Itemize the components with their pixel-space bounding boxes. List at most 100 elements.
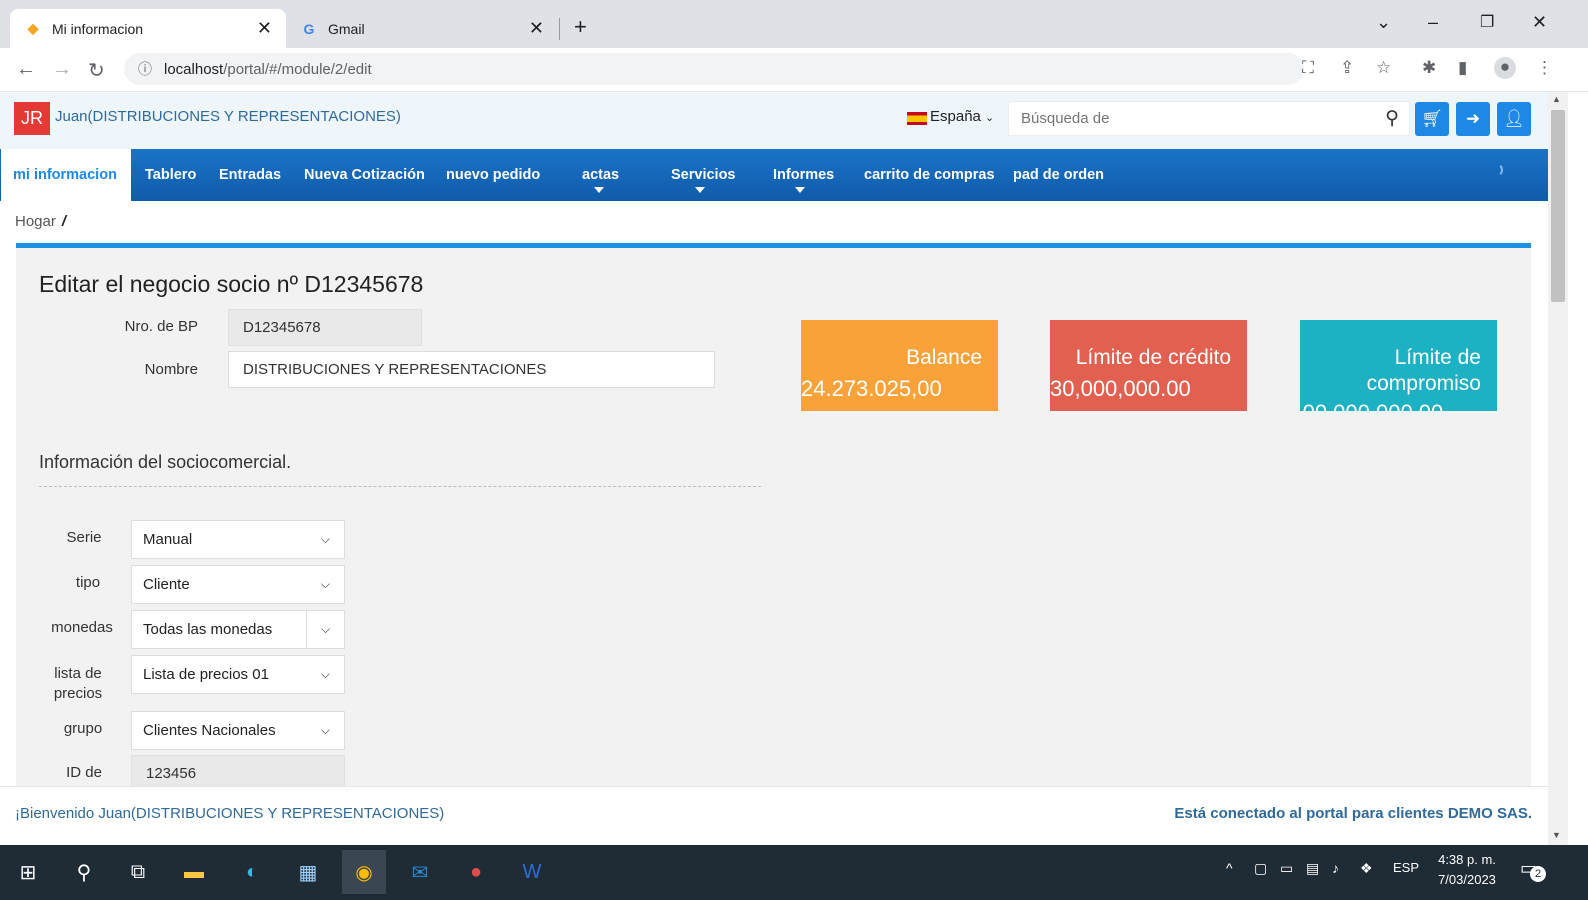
tray-dropbox-icon[interactable]: ❖ — [1360, 860, 1373, 877]
portal-favicon-icon: ◆ — [27, 20, 39, 36]
nav-entradas[interactable]: Entradas — [219, 149, 281, 201]
close-tab-icon[interactable]: ✕ — [257, 18, 272, 39]
balance-box: Balance 24.273.025,00 — [801, 320, 998, 411]
tab-gmail[interactable]: G Gmail ✕ — [286, 9, 558, 48]
search-icon[interactable]: ⚲ — [1385, 107, 1399, 130]
back-icon[interactable]: ← — [16, 58, 36, 81]
tab-title: Gmail — [328, 20, 365, 37]
share-icon[interactable]: ⇪ — [1340, 58, 1354, 78]
tab-mi-informacion[interactable]: ◆ Mi informacion ✕ — [10, 9, 286, 48]
nav-informes[interactable]: Informes — [765, 149, 835, 201]
chevron-down-icon: ⌵ — [320, 532, 330, 546]
tray-volume-icon[interactable]: ♪ — [1332, 860, 1339, 876]
avatar[interactable]: JR — [14, 102, 50, 135]
breadcrumb: Hogar / — [15, 213, 66, 230]
tray-meet-icon[interactable]: ▢ — [1254, 860, 1267, 877]
chevron-down-icon: ⌄ — [985, 112, 995, 124]
cart-button[interactable]: 🛒︎ — [1415, 102, 1449, 136]
user-name[interactable]: Juan(DISTRIBUCIONES Y REPRESENTACIONES) — [55, 108, 401, 125]
reload-icon[interactable]: ↻ — [88, 58, 105, 83]
nav-tablero[interactable]: Tablero — [145, 149, 196, 201]
nav-informes-label: Informes — [773, 167, 835, 183]
scroll-down-icon[interactable]: ▼ — [1552, 830, 1561, 840]
task-view-icon[interactable]: ⧉ — [116, 850, 160, 894]
close-window-icon[interactable]: ✕ — [1532, 12, 1547, 33]
tray-clock[interactable]: 4:38 p. m. 7/03/2023 — [1434, 850, 1500, 890]
nav-nueva-cotizacion[interactable]: Nueva Cotización — [304, 149, 425, 201]
chrome-icon[interactable]: ◉ — [342, 850, 386, 894]
name-field[interactable]: DISTRIBUCIONES Y REPRESENTACIONES — [228, 351, 715, 388]
lista-de-precios-select[interactable]: Lista de precios 01 ⌵ — [131, 655, 345, 694]
address-bar[interactable]: ⓘ localhost/portal/#/module/2/edit — [124, 53, 1304, 85]
side-panel-icon[interactable]: ▮ — [1458, 58, 1467, 78]
profile-icon[interactable]: ● — [1494, 57, 1516, 79]
search-input[interactable] — [1021, 110, 1361, 127]
monedas-select[interactable]: Todas las monedas ⌵ — [131, 610, 345, 649]
chevron-down-icon: ⌵ — [320, 577, 330, 591]
nav-servicios[interactable]: Servicios — [662, 149, 738, 201]
monedas-value: Todas las monedas — [143, 621, 273, 638]
google-favicon-icon: G — [303, 20, 315, 37]
edge-icon[interactable]: ◐ — [230, 850, 274, 894]
tab-title: Mi informacion — [52, 20, 144, 37]
forward-icon[interactable]: → — [52, 58, 72, 81]
extensions-icon[interactable]: ✱ — [1422, 58, 1436, 78]
grupo-select[interactable]: Clientes Nacionales ⌵ — [131, 711, 345, 750]
bookmark-star-icon[interactable]: ☆ — [1376, 58, 1391, 78]
serie-label: Serie — [66, 529, 102, 546]
loading-spinner-icon — [1489, 163, 1503, 177]
lista-de-precios-label: lista de precios — [53, 665, 103, 702]
user-profile-button[interactable]: 👤︎ — [1497, 102, 1531, 136]
nav-servicios-label: Servicios — [671, 167, 736, 183]
close-tab-icon[interactable]: ✕ — [529, 18, 544, 39]
country-label: España — [930, 108, 981, 125]
chevron-down-icon: ⌵ — [320, 667, 330, 681]
tray-battery-icon[interactable]: ▤ — [1306, 860, 1319, 877]
chevron-down-icon[interactable]: ⌵ — [306, 611, 344, 648]
notification-badge: 2 — [1530, 866, 1546, 882]
word-icon[interactable]: W — [510, 850, 554, 894]
country-select[interactable]: España ⌄ — [930, 108, 994, 125]
search-box: ⚲ — [1008, 101, 1410, 136]
nav-actas[interactable]: actas — [566, 149, 632, 201]
store-icon[interactable]: ▦ — [286, 850, 330, 894]
nav-nuevo-pedido[interactable]: nuevo pedido — [446, 149, 540, 201]
scrollbar-thumb[interactable] — [1551, 110, 1565, 302]
breadcrumb-separator: / — [61, 213, 67, 230]
page-title: Editar el negocio socio nº D12345678 — [39, 271, 424, 297]
chevron-down-icon: ⌵ — [320, 723, 330, 737]
user-icon: 👤︎ — [1503, 109, 1525, 128]
nav-carrito-de-compras[interactable]: carrito de compras — [864, 149, 995, 201]
lista-de-precios-value: Lista de precios 01 — [143, 666, 269, 683]
tray-network-icon[interactable]: ▭ — [1280, 860, 1293, 877]
scroll-up-icon[interactable]: ▲ — [1552, 94, 1561, 104]
minimize-icon[interactable]: – — [1428, 12, 1438, 33]
windows-start-icon[interactable]: ⊞ — [6, 850, 50, 894]
id-label: ID de — [66, 764, 102, 781]
tab-search-icon[interactable]: ⌄ — [1376, 12, 1391, 33]
tray-language[interactable]: ESP — [1393, 860, 1419, 875]
tipo-value: Cliente — [143, 576, 190, 593]
restore-icon[interactable]: ❐ — [1480, 12, 1494, 32]
commitment-limit-label: Límite de compromiso — [1366, 346, 1481, 395]
app-red-icon[interactable]: ● — [454, 850, 498, 894]
translate-icon[interactable]: ⛶ — [1302, 58, 1314, 78]
balance-value: 24.273.025,00 — [801, 376, 942, 401]
nav-mi-informacion[interactable]: mi informacion — [1, 149, 131, 201]
nav-pad-de-orden[interactable]: pad de orden — [1013, 149, 1104, 201]
new-tab-icon[interactable]: + — [574, 14, 587, 40]
caret-down-icon — [795, 187, 805, 193]
nav-actas-label: actas — [582, 167, 620, 183]
logout-button[interactable]: ➜ — [1456, 102, 1490, 136]
menu-icon[interactable]: ⋮ — [1536, 58, 1553, 78]
serie-select[interactable]: Manual ⌵ — [131, 520, 345, 559]
breadcrumb-home[interactable]: Hogar — [15, 213, 56, 230]
file-explorer-icon[interactable]: ▬ — [172, 850, 216, 894]
tray-date: 7/03/2023 — [1438, 872, 1496, 887]
tipo-select[interactable]: Cliente ⌵ — [131, 565, 345, 604]
caret-down-icon — [594, 187, 604, 193]
section-divider — [39, 486, 761, 487]
outlook-icon[interactable]: ✉ — [398, 850, 442, 894]
taskbar-search-icon[interactable]: ⚲ — [62, 850, 106, 894]
tray-expand-icon[interactable]: ^ — [1226, 860, 1233, 876]
